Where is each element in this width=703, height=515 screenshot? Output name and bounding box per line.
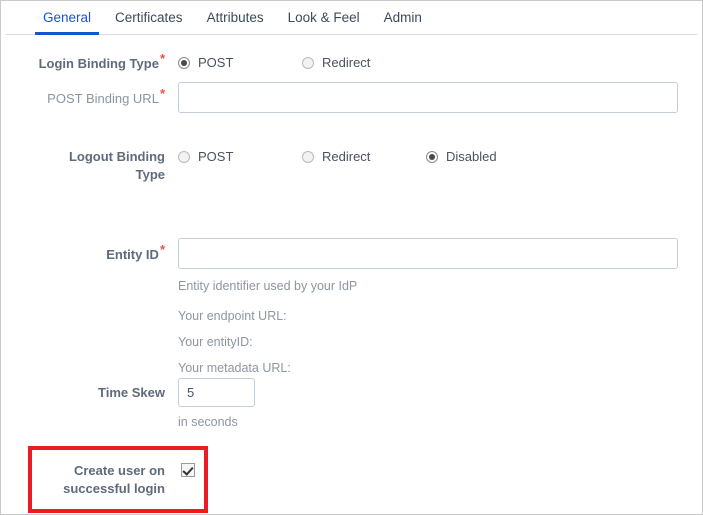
- radio-login-binding-redirect[interactable]: Redirect: [302, 56, 370, 70]
- create-user-label-line1: Create user on: [73, 463, 165, 478]
- radio-logout-binding-disabled-label: Disabled: [446, 149, 497, 164]
- post-binding-url-label: POST Binding URL*: [0, 87, 165, 108]
- radio-icon-selected: [178, 57, 190, 69]
- saml-idp-settings-panel: General Certificates Attributes Look & F…: [0, 0, 703, 515]
- time-skew-help-text: in seconds: [178, 415, 238, 429]
- tab-admin[interactable]: Admin: [372, 10, 434, 34]
- required-asterisk: *: [159, 85, 165, 101]
- entity-id-control: [178, 238, 678, 269]
- tab-look-and-feel-label: Look & Feel: [287, 10, 360, 25]
- time-skew-label: Time Skew: [98, 385, 165, 400]
- entity-id-value-text: Your entityID:: [178, 335, 253, 349]
- radio-logout-binding-disabled[interactable]: Disabled: [426, 150, 497, 164]
- entity-id-help-text: Entity identifier used by your IdP: [178, 279, 358, 293]
- time-skew-control: [178, 378, 255, 407]
- post-binding-url-label-text: POST Binding URL: [47, 91, 159, 106]
- tab-list: General Certificates Attributes Look & F…: [31, 10, 434, 35]
- logout-binding-type-label-line2: Type: [135, 167, 165, 182]
- endpoint-url-text: Your endpoint URL:: [178, 309, 287, 323]
- required-asterisk: *: [159, 241, 165, 257]
- login-binding-type-label-text: Login Binding Type: [38, 56, 159, 71]
- required-asterisk: *: [159, 50, 165, 66]
- create-user-checkbox[interactable]: [181, 463, 195, 477]
- create-user-label: Create user on successful login: [0, 462, 165, 498]
- entity-id-label-text: Entity ID: [106, 247, 159, 262]
- tab-look-and-feel[interactable]: Look & Feel: [276, 10, 372, 34]
- radio-logout-binding-post[interactable]: POST: [178, 150, 233, 164]
- logout-binding-type-label-line1: Logout Binding: [68, 149, 165, 164]
- tab-bar: General Certificates Attributes Look & F…: [5, 1, 697, 35]
- metadata-url-text: Your metadata URL:: [178, 361, 291, 375]
- general-settings-form: Login Binding Type* POST Redirect POST B…: [1, 35, 702, 514]
- time-skew-input[interactable]: [178, 378, 255, 407]
- tab-general[interactable]: General: [31, 10, 103, 35]
- radio-icon-selected: [426, 151, 438, 163]
- radio-icon-unselected: [302, 151, 314, 163]
- radio-login-binding-redirect-label: Redirect: [322, 55, 371, 70]
- radio-icon-unselected: [178, 151, 190, 163]
- tab-attributes[interactable]: Attributes: [195, 10, 276, 34]
- tab-general-label: General: [43, 10, 92, 25]
- radio-icon-unselected: [302, 57, 314, 69]
- post-binding-url-input[interactable]: [178, 82, 678, 113]
- tab-admin-label: Admin: [383, 10, 422, 25]
- radio-logout-binding-redirect[interactable]: Redirect: [302, 150, 370, 164]
- login-binding-type-label: Login Binding Type*: [0, 52, 165, 73]
- radio-logout-binding-post-label: POST: [198, 149, 234, 164]
- radio-logout-binding-redirect-label: Redirect: [322, 149, 371, 164]
- tab-certificates[interactable]: Certificates: [103, 10, 195, 34]
- tab-attributes-label: Attributes: [206, 10, 264, 25]
- logout-binding-type-label: Logout Binding Type: [0, 148, 165, 184]
- create-user-label-line2: successful login: [63, 481, 165, 496]
- radio-login-binding-post-label: POST: [198, 55, 234, 70]
- entity-id-input[interactable]: [178, 238, 678, 269]
- tab-certificates-label: Certificates: [115, 10, 183, 25]
- post-binding-url-control: [178, 82, 678, 113]
- create-user-control: [181, 463, 195, 482]
- entity-id-label: Entity ID*: [0, 243, 165, 264]
- radio-login-binding-post[interactable]: POST: [178, 56, 233, 70]
